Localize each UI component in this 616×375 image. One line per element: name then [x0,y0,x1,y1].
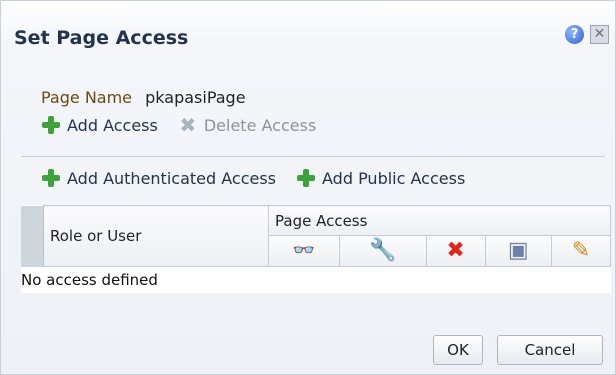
empty-table-message: No access defined [21,271,158,289]
section-divider [21,156,605,157]
column-group-page-access: Page Access [268,205,611,236]
permission-view-header: 👓 [267,235,341,267]
permission-customize-header: 🔧 [339,235,427,267]
permission-delete-header: ✖ [425,235,486,267]
access-actions-row: Add Access ✖ Delete Access [41,115,336,135]
access-table: Role or User Page Access 👓 🔧 ✖ ▣ ✎ No ac… [21,205,612,293]
grant-icon: ▣ [507,238,529,263]
delete-access-button[interactable]: ✖ Delete Access [178,115,316,135]
add-icon [296,168,316,188]
add-icon [41,168,61,188]
delete-icon: ✖ [446,238,465,263]
view-icon: 👓 [292,240,316,261]
add-access-label: Add Access [67,115,158,135]
page-name-value: pkapasiPage [145,88,246,107]
permission-edit-header: ✎ [550,235,612,267]
delete-access-label: Delete Access [203,115,317,135]
customize-icon: 🔧 [369,238,397,263]
dialog-title: Set Page Access [14,27,189,49]
add-icon [41,115,61,135]
help-icon[interactable]: ? [565,25,584,44]
edit-icon: ✎ [571,238,591,263]
title-icons: ? ✕ [565,25,609,44]
page-name-row: Page Name pkapasiPage [41,88,246,107]
set-page-access-dialog: Set Page Access ? ✕ Page Name pkapasiPag… [0,0,616,375]
permission-grant-header: ▣ [484,235,552,267]
ok-button[interactable]: OK [433,335,483,365]
add-authenticated-access-button[interactable]: Add Authenticated Access [41,168,276,188]
add-access-button[interactable]: Add Access [41,115,158,135]
close-icon[interactable]: ✕ [590,25,609,44]
cancel-button[interactable]: Cancel [497,335,603,365]
add-public-access-button[interactable]: Add Public Access [296,168,465,188]
add-public-access-label: Add Public Access [322,168,466,188]
add-authenticated-access-label: Add Authenticated Access [67,168,276,188]
row-selector-header [21,205,44,267]
delete-gray-icon: ✖ [179,113,197,137]
column-header-role: Role or User [43,205,269,267]
public-access-actions-row: Add Authenticated Access Add Public Acce… [41,168,485,188]
page-name-label: Page Name [41,88,133,107]
